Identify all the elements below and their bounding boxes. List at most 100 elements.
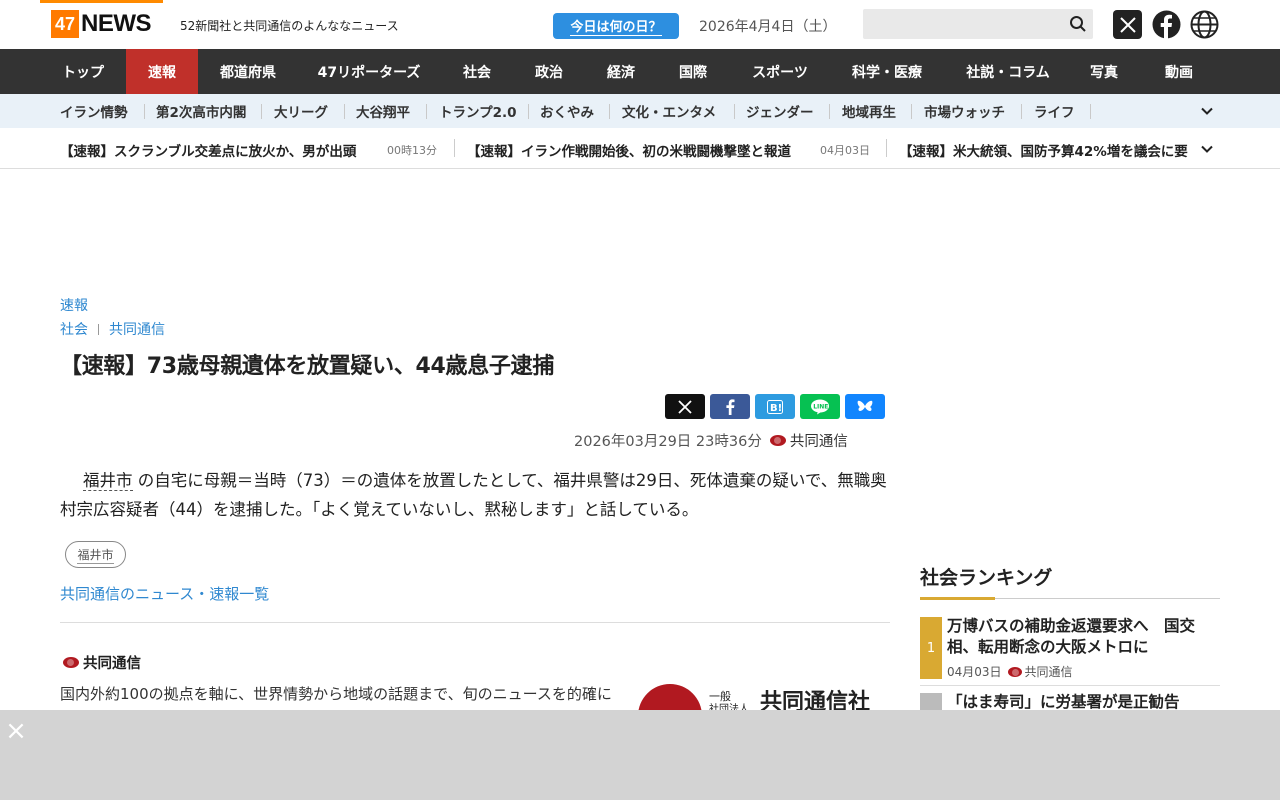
topic-nav: イラン情勢 第2次高市内閣 大リーグ 大谷翔平 トランプ2.0 おくやみ 文化・… (0, 94, 1280, 128)
topic-divider (528, 104, 529, 119)
topic-item[interactable]: 文化・エンタメ (622, 94, 716, 128)
ranking-title: 社会ランキング (920, 567, 1053, 589)
breadcrumb-divider (98, 323, 99, 335)
nav-item-sports[interactable]: スポーツ (737, 49, 823, 94)
globe-icon[interactable] (1190, 10, 1219, 39)
topic-divider (829, 104, 830, 119)
facebook-icon[interactable] (1152, 10, 1181, 39)
logo-wordmark: NEWS (81, 10, 152, 37)
facebook-icon (726, 398, 735, 415)
nav-item-editorial[interactable]: 社説・コラム (950, 49, 1066, 94)
svg-text:B!: B! (770, 403, 782, 414)
nav-item-top[interactable]: トップ (40, 49, 126, 94)
chevron-down-icon[interactable] (1200, 142, 1214, 156)
share-bluesky-button[interactable] (845, 394, 885, 419)
breaking-news-ticker: 【速報】スクランブル交差点に放火か、男が出頭 00時13分 【速報】イラン作戦開… (0, 128, 1280, 169)
nav-item-photo[interactable]: 写真 (1073, 49, 1135, 94)
logo-number: 47 (51, 10, 79, 38)
nav-item-science[interactable]: 科学・医療 (835, 49, 939, 94)
breadcrumb-breaking[interactable]: 速報 (60, 295, 88, 315)
article-tag[interactable]: 福井市 (65, 541, 126, 568)
today-button-label: 今日は何の日？ (570, 16, 662, 36)
publisher-name[interactable]: 共同通信 (63, 652, 141, 673)
kyodo-logo-icon (1007, 666, 1022, 677)
topic-item[interactable]: 地域再生 (842, 94, 896, 128)
line-icon: LINE (811, 399, 829, 414)
topic-divider (734, 104, 735, 119)
close-icon[interactable]: × (5, 718, 27, 744)
share-line-button[interactable]: LINE (800, 394, 840, 419)
topic-item[interactable]: トランプ2.0 (439, 94, 517, 128)
topic-item[interactable]: 市場ウォッチ (924, 94, 1005, 128)
share-hatena-button[interactable]: B! (755, 394, 795, 419)
nav-item-prefectures[interactable]: 都道府県 (200, 49, 296, 94)
share-x-button[interactable] (665, 394, 705, 419)
ranking-item-date: 04月03日 (947, 665, 1002, 679)
topic-item[interactable]: おくやみ (540, 94, 594, 128)
site-logo[interactable]: 47 NEWS (51, 10, 152, 38)
topic-item[interactable]: 大谷翔平 (356, 94, 410, 128)
nav-item-video[interactable]: 動画 (1144, 49, 1214, 94)
bottom-ad-overlay: × (0, 710, 1280, 800)
ticker-time: 00時13分 (387, 144, 437, 157)
ranking-accent (920, 597, 995, 600)
nav-item-international[interactable]: 国際 (657, 49, 729, 94)
topic-divider (344, 104, 345, 119)
ranking-item-title[interactable]: 万博バスの補助金返還要求へ 国交相、転用断念の大阪メトロに (947, 616, 1219, 658)
share-facebook-button[interactable] (710, 394, 750, 419)
topic-item[interactable]: 大リーグ (274, 94, 328, 128)
topic-divider (426, 104, 427, 119)
article-tag-label: 福井市 (77, 547, 114, 564)
ranking-item-meta: 04月03日 共同通信 (947, 663, 1073, 680)
search-input[interactable] (863, 9, 1093, 39)
chevron-down-icon[interactable] (1200, 104, 1214, 118)
nav-item-breaking[interactable]: 速報 (126, 49, 198, 94)
article-headline: 【速報】73歳母親遺体を放置疑い、44歳息子逮捕 (60, 354, 555, 379)
ranking-item-source: 共同通信 (1024, 665, 1073, 679)
nav-item-economy[interactable]: 経済 (585, 49, 657, 94)
ticker-divider (454, 139, 455, 157)
breadcrumb-source[interactable]: 共同通信 (109, 319, 165, 339)
kyodo-logo-icon (63, 657, 79, 668)
topic-divider (911, 104, 912, 119)
topic-item[interactable]: ジェンダー (746, 94, 814, 128)
ticker-divider (886, 139, 887, 157)
breadcrumb-category[interactable]: 社会 (60, 319, 88, 339)
topic-divider (1021, 104, 1022, 119)
topic-item[interactable]: 第2次高市内閣 (156, 94, 246, 128)
logo-accent-bar (40, 0, 163, 3)
topic-divider (144, 104, 145, 119)
kyodo-logo-icon (769, 435, 786, 446)
nav-item-politics[interactable]: 政治 (513, 49, 585, 94)
main-nav: トップ 速報 都道府県 47リポーターズ 社会 政治 経済 国際 スポーツ 科学… (0, 49, 1280, 94)
ticker-headline[interactable]: 【速報】スクランブル交差点に放火か、男が出頭 (60, 140, 356, 160)
publisher-name-label: 共同通信 (83, 656, 141, 672)
ranking-divider (920, 685, 1220, 686)
ticker-headline[interactable]: 【速報】イラン作戦開始後、初の米戦闘機撃墜と報道 (467, 140, 791, 160)
site-tagline: 52新聞社と共同通信のよんななニュース (180, 19, 399, 33)
location-link[interactable]: 福井市 (83, 471, 133, 491)
search-icon[interactable] (1069, 15, 1087, 33)
nav-item-47reporters[interactable]: 47リポーターズ (300, 49, 438, 94)
ticker-headline[interactable]: 【速報】米大統領、国防予算42%増を議会に要 (899, 140, 1188, 160)
x-icon (678, 399, 692, 414)
topic-item[interactable]: イラン情勢 (60, 94, 128, 128)
today-in-history-button[interactable]: 今日は何の日？ (553, 13, 679, 39)
x-icon[interactable] (1113, 10, 1142, 39)
svg-text:一般: 一般 (709, 690, 731, 703)
hatena-bookmark-icon: B! (767, 399, 783, 414)
ticker-time: 04月03日 (820, 144, 870, 157)
article-meta: 2026年03月29日 23時36分 共同通信 (574, 430, 848, 451)
site-header: 47 NEWS 52新聞社と共同通信のよんななニュース 今日は何の日？ 2026… (0, 0, 1280, 49)
topic-item[interactable]: ライフ (1034, 94, 1075, 128)
topic-divider (1090, 104, 1091, 119)
section-divider (60, 622, 890, 623)
article-source[interactable]: 共同通信 (790, 430, 848, 451)
rank-badge: 1 (920, 617, 942, 679)
nav-item-society[interactable]: 社会 (440, 49, 514, 94)
article-datetime: 2026年03月29日 23時36分 (574, 434, 762, 450)
source-news-list-link[interactable]: 共同通信のニュース・速報一覧 (60, 583, 269, 604)
article-body-text: の自宅に母親＝当時（73）＝の遺体を放置したとして、福井県警は29日、死体遺棄の… (60, 471, 887, 519)
breadcrumb: 社会 共同通信 (60, 319, 165, 339)
topic-divider (609, 104, 610, 119)
